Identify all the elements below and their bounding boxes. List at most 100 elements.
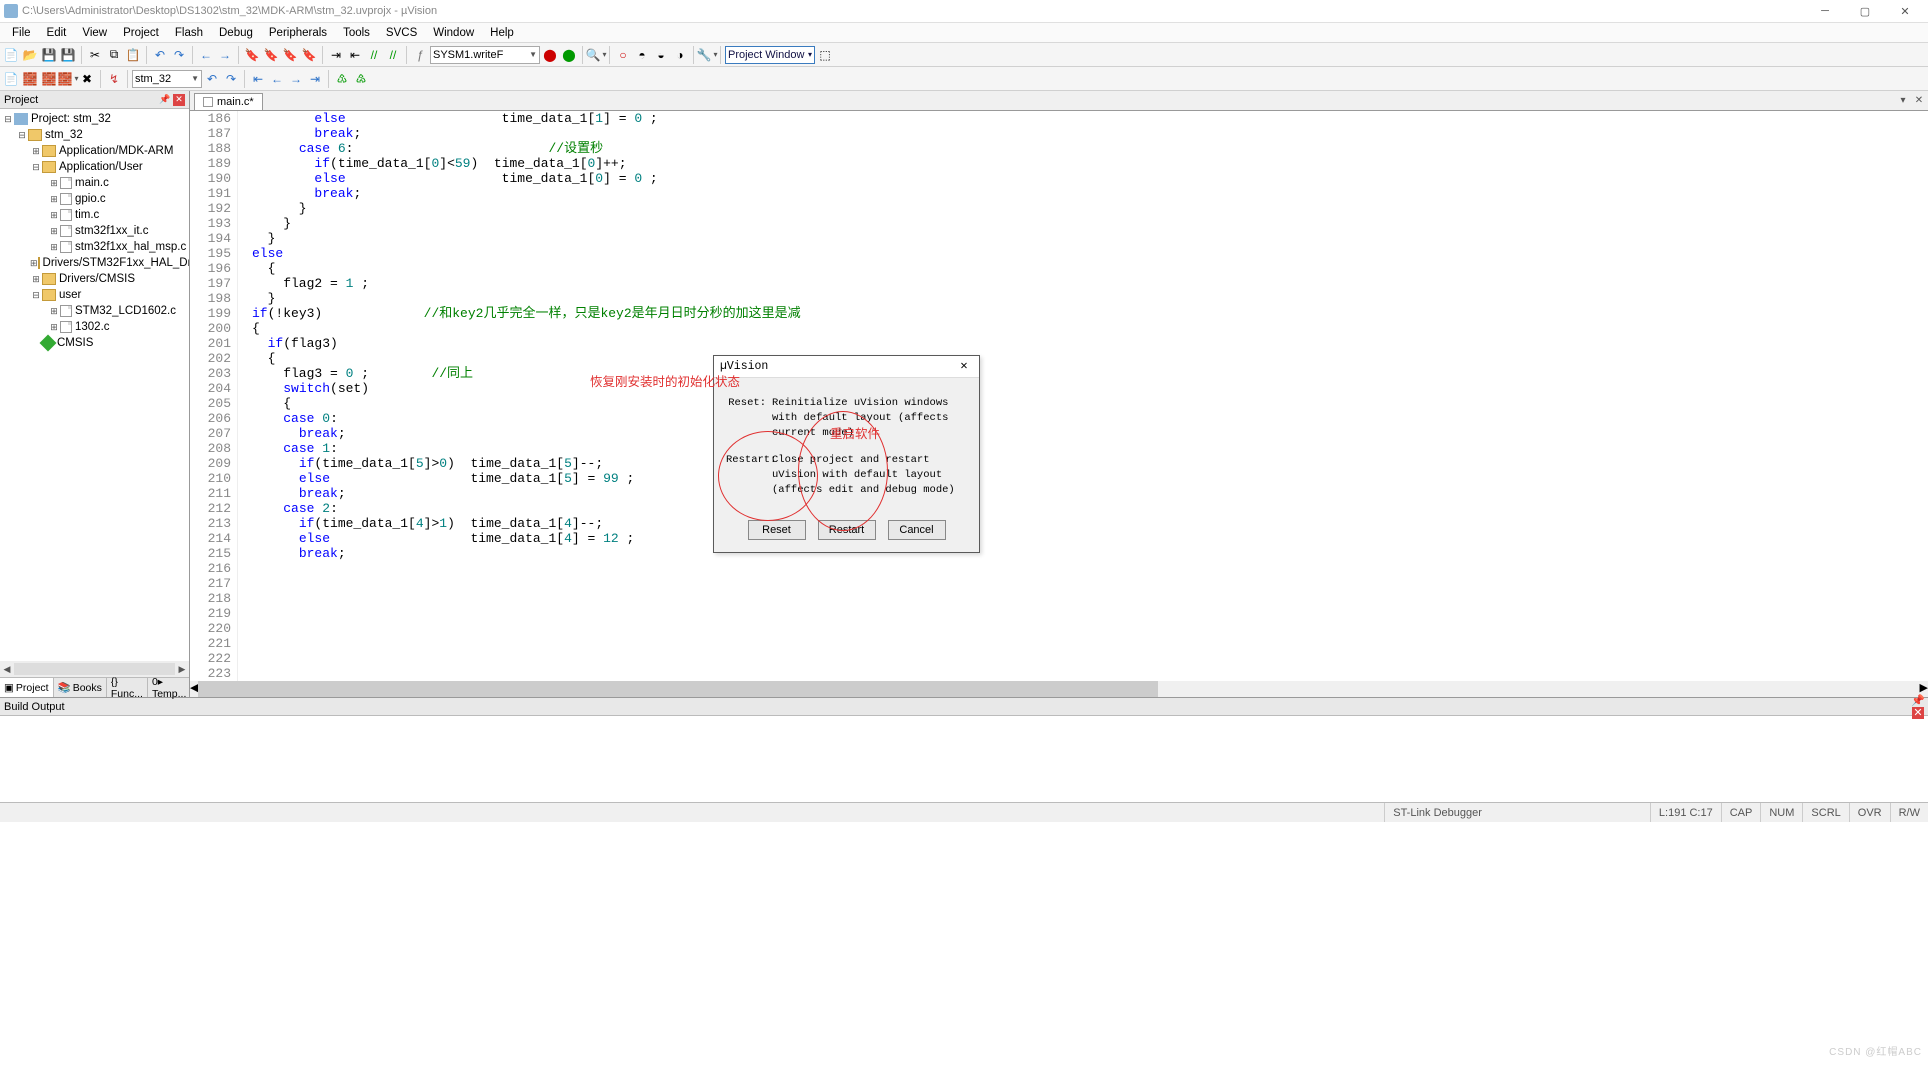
tree-target[interactable]: ⊟stm_32 [0, 127, 189, 143]
menu-edit[interactable]: Edit [39, 25, 75, 41]
menu-help[interactable]: Help [482, 25, 522, 41]
build-pin-icon[interactable]: 📌 [1912, 695, 1924, 707]
find-prev-icon[interactable]: ⬤ [541, 46, 559, 64]
paste-icon[interactable]: 📋 [124, 46, 142, 64]
build-output-body[interactable] [0, 716, 1928, 802]
step-out-icon[interactable]: ⇥ [306, 70, 324, 88]
download-icon[interactable]: ↯ [105, 70, 123, 88]
build-close-icon[interactable]: ✕ [1912, 707, 1924, 719]
menu-window[interactable]: Window [425, 25, 482, 41]
tree-file[interactable]: ⊞1302.c [0, 319, 189, 335]
tree-cmsis[interactable]: CMSIS [0, 335, 189, 351]
close-button[interactable]: ✕ [1886, 1, 1924, 21]
options-icon[interactable]: 🔧▾ [698, 46, 716, 64]
tab-functions[interactable]: {} Func... [107, 678, 148, 697]
cut-icon[interactable]: ✂ [86, 46, 104, 64]
tree-group-cmsis[interactable]: ⊞Drivers/CMSIS [0, 271, 189, 287]
bookmark-icon[interactable]: 🔖 [243, 46, 261, 64]
pane-close-icon[interactable]: ✕ [173, 94, 185, 106]
menu-project[interactable]: Project [115, 25, 167, 41]
minimize-button[interactable]: ─ [1806, 1, 1844, 21]
batch-build-icon[interactable]: 🧱▾ [59, 70, 77, 88]
stop-build-icon[interactable]: ✖ [78, 70, 96, 88]
fold-column[interactable] [238, 111, 248, 681]
outdent-icon[interactable]: ⇤ [346, 46, 364, 64]
uncomment-icon[interactable]: // [384, 46, 402, 64]
code-text[interactable]: else time_data_1[1] = 0 ; break; case 6:… [248, 111, 1928, 681]
step-back-icon[interactable]: ⇤ [249, 70, 267, 88]
status-bar: ST-Link Debugger L:191 C:17 CAP NUM SCRL… [0, 802, 1928, 822]
target-combo[interactable]: stm_32▼ [132, 70, 202, 88]
find-combo[interactable]: SYSM1.writeF▼ [430, 46, 540, 64]
nav-fwd-icon[interactable]: → [216, 46, 234, 64]
manage2-icon[interactable]: ♴ [352, 70, 370, 88]
project-tree[interactable]: ⊟Project: stm_32 ⊟stm_32 ⊞Application/MD… [0, 109, 189, 661]
tree-file[interactable]: ⊞stm32f1xx_hal_msp.c [0, 239, 189, 255]
breakpoint3-icon[interactable]: ◒ [652, 46, 670, 64]
editor-hscroll[interactable]: ◀▶ [190, 681, 1928, 697]
bookmark-clear-icon[interactable]: 🔖 [300, 46, 318, 64]
copy-icon[interactable]: ⧉ [105, 46, 123, 64]
breakpoint4-icon[interactable]: ◑ [671, 46, 689, 64]
reset-button[interactable]: Reset [748, 520, 806, 540]
breakpoint2-icon[interactable]: ◓ [633, 46, 651, 64]
rebuild-icon[interactable]: 🧱 [40, 70, 58, 88]
layout-icon[interactable]: ⬚ [816, 46, 834, 64]
debug-start-icon[interactable]: 🔍▾ [587, 46, 605, 64]
build-icon[interactable]: 🧱 [21, 70, 39, 88]
open-file-icon[interactable]: 📂 [21, 46, 39, 64]
menu-peripherals[interactable]: Peripherals [261, 25, 335, 41]
file-tab-main[interactable]: main.c* [194, 93, 263, 110]
tab-dropdown-icon[interactable]: ▾ [1896, 93, 1910, 107]
tree-group-user[interactable]: ⊟Application/User [0, 159, 189, 175]
step-icon[interactable]: ← [268, 70, 286, 88]
new-file-icon[interactable]: 📄 [2, 46, 20, 64]
tab-close-icon[interactable]: ✕ [1912, 93, 1926, 107]
tab-books[interactable]: 📚Books [54, 678, 107, 697]
cancel-button[interactable]: Cancel [888, 520, 946, 540]
redo-icon[interactable]: ↷ [170, 46, 188, 64]
undo-icon[interactable]: ↶ [151, 46, 169, 64]
status-rw: R/W [1890, 803, 1928, 822]
translate-icon[interactable]: 📄 [2, 70, 20, 88]
target-options-icon[interactable]: ↶ [203, 70, 221, 88]
step-fwd-icon[interactable]: → [287, 70, 305, 88]
target-redo-icon[interactable]: ↷ [222, 70, 240, 88]
menu-tools[interactable]: Tools [335, 25, 378, 41]
indent-icon[interactable]: ⇥ [327, 46, 345, 64]
bookmark-prev-icon[interactable]: 🔖 [262, 46, 280, 64]
tree-group-hal[interactable]: ⊞Drivers/STM32F1xx_HAL_Driv [0, 255, 189, 271]
bookmark-next-icon[interactable]: 🔖 [281, 46, 299, 64]
menu-file[interactable]: File [4, 25, 39, 41]
watermark: CSDN @红帽ABC [1829, 1043, 1922, 1058]
pane-pin-icon[interactable]: 📌 [159, 94, 171, 106]
comment-icon[interactable]: // [365, 46, 383, 64]
dialog-close-icon[interactable]: ✕ [955, 358, 973, 376]
menu-flash[interactable]: Flash [167, 25, 211, 41]
tree-file[interactable]: ⊞stm32f1xx_it.c [0, 223, 189, 239]
menu-svcs[interactable]: SVCS [378, 25, 425, 41]
dialog-titlebar[interactable]: µVision ✕ [714, 356, 979, 378]
save-all-icon[interactable]: 💾 [59, 46, 77, 64]
menu-view[interactable]: View [74, 25, 115, 41]
menu-debug[interactable]: Debug [211, 25, 261, 41]
tree-root[interactable]: ⊟Project: stm_32 [0, 111, 189, 127]
tab-templates[interactable]: 0▸ Temp... [148, 678, 191, 697]
maximize-button[interactable]: ▢ [1846, 1, 1884, 21]
breakpoint-icon[interactable]: ○ [614, 46, 632, 64]
project-window-combo[interactable]: Project Window▾ [725, 46, 815, 64]
tree-group-userfolder[interactable]: ⊟user [0, 287, 189, 303]
save-icon[interactable]: 💾 [40, 46, 58, 64]
code-view[interactable]: 1861871881891901911921931941951961971981… [190, 111, 1928, 681]
tree-file[interactable]: ⊞gpio.c [0, 191, 189, 207]
nav-back-icon[interactable]: ← [197, 46, 215, 64]
tree-file[interactable]: ⊞main.c [0, 175, 189, 191]
tree-group-mdkarm[interactable]: ⊞Application/MDK-ARM [0, 143, 189, 159]
title-bar: C:\Users\Administrator\Desktop\DS1302\st… [0, 0, 1928, 23]
find-icon[interactable]: ƒ [411, 46, 429, 64]
tree-file[interactable]: ⊞tim.c [0, 207, 189, 223]
tree-file[interactable]: ⊞STM32_LCD1602.c [0, 303, 189, 319]
manage-icon[interactable]: ♳ [333, 70, 351, 88]
find-next-icon[interactable]: ⬤ [560, 46, 578, 64]
tab-project[interactable]: ▣ Project [0, 678, 54, 697]
